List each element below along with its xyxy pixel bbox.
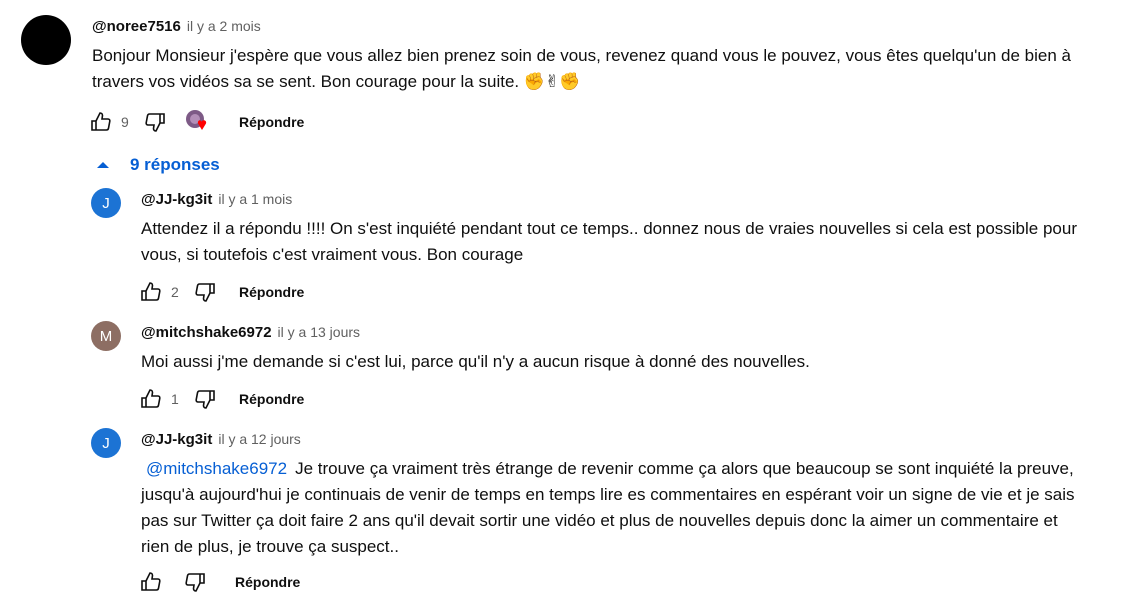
avatar-letter: J <box>102 194 110 212</box>
avatar[interactable]: M <box>91 321 121 351</box>
reply-header: @JJ-kg3it il y a 12 jours <box>141 431 301 448</box>
reply-author[interactable]: @JJ-kg3it <box>141 431 212 448</box>
thumb-down-icon[interactable] <box>141 108 169 136</box>
avatar-letter: M <box>99 327 113 345</box>
reply-text: Attendez il a répondu !!!! On s'est inqu… <box>141 219 1077 264</box>
chevron-up-icon <box>96 155 110 175</box>
comment-header: @noree7516 il y a 2 mois <box>92 18 261 35</box>
reply-text: @mitchshake6972 Je trouve ça vraiment trè… <box>141 456 1086 560</box>
heart-icon <box>197 120 207 130</box>
reply-button[interactable]: Répondre <box>239 114 304 130</box>
reply-actions: 2 Répondre <box>137 278 304 306</box>
replies-toggle-label: 9 réponses <box>130 155 220 174</box>
comment-text-body: Bonjour Monsieur j'espère que vous allez… <box>92 46 1071 91</box>
reply-actions: 1 Répondre <box>137 385 304 413</box>
thumb-down-icon[interactable] <box>191 385 219 413</box>
reply-header: @JJ-kg3it il y a 1 mois <box>141 191 292 208</box>
comment-actions: 9 Répondre <box>87 108 304 136</box>
comment-author[interactable]: @noree7516 <box>92 18 181 35</box>
reply-header: @mitchshake6972 il y a 13 jours <box>141 324 360 341</box>
thumb-up-icon[interactable] <box>87 108 115 136</box>
like-count: 9 <box>121 114 129 130</box>
reply-time[interactable]: il y a 12 jours <box>218 431 300 447</box>
like-count: 1 <box>171 391 179 407</box>
reply-text: Moi aussi j'me demande si c'est lui, par… <box>141 352 810 371</box>
avatar-letter: J <box>102 434 110 452</box>
mention-link[interactable]: @mitchshake6972 <box>146 459 287 478</box>
avatar[interactable]: J <box>91 428 121 458</box>
reply-author[interactable]: @JJ-kg3it <box>141 191 212 208</box>
reply-time[interactable]: il y a 1 mois <box>218 191 292 207</box>
comment-time[interactable]: il y a 2 mois <box>187 18 261 34</box>
replies-toggle[interactable]: 9 réponses <box>96 155 220 175</box>
thumb-up-icon[interactable] <box>137 385 165 413</box>
like-count: 2 <box>171 284 179 300</box>
reply-button[interactable]: Répondre <box>239 284 304 300</box>
reply-time[interactable]: il y a 13 jours <box>278 324 360 340</box>
reply-button[interactable]: Répondre <box>235 574 300 590</box>
thumb-down-icon[interactable] <box>181 568 209 596</box>
reply-author[interactable]: @mitchshake6972 <box>141 324 272 341</box>
reply-actions: Répondre <box>137 568 300 596</box>
thumb-up-icon[interactable] <box>137 568 165 596</box>
avatar[interactable]: J <box>91 188 121 218</box>
thumb-up-icon[interactable] <box>137 278 165 306</box>
reply-button[interactable]: Répondre <box>239 391 304 407</box>
creator-heart <box>183 108 213 136</box>
comment-text: Bonjour Monsieur j'espère que vous allez… <box>92 43 1092 95</box>
thumb-down-icon[interactable] <box>191 278 219 306</box>
avatar[interactable] <box>21 15 71 65</box>
